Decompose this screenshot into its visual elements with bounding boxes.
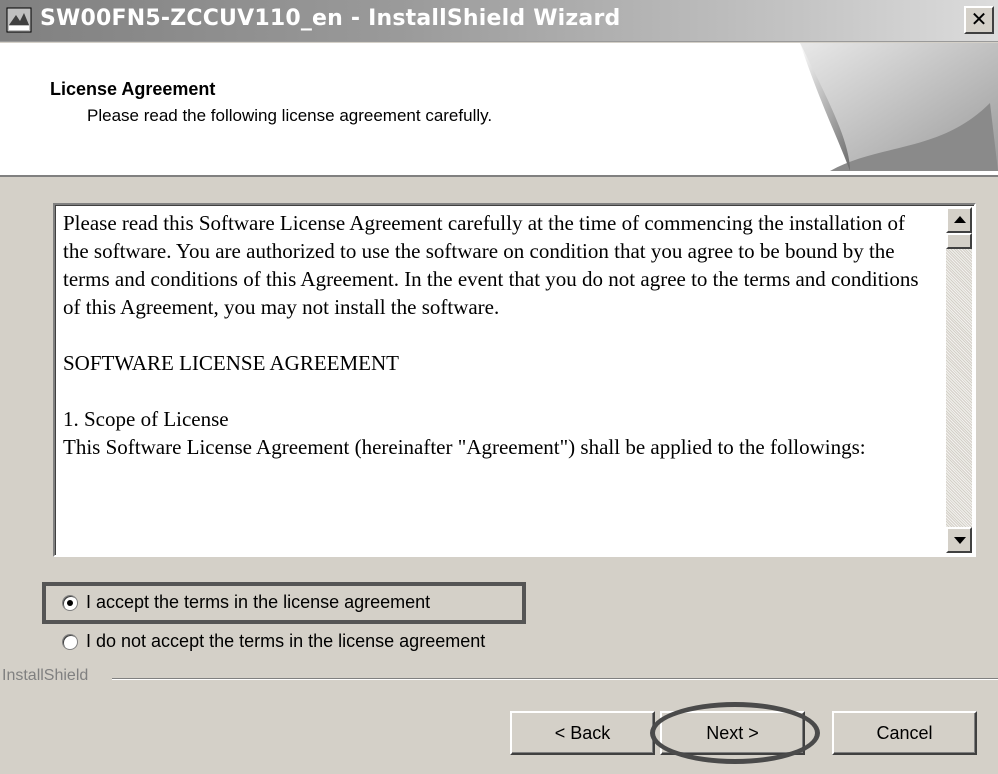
- accept-label[interactable]: I accept the terms in the license agreem…: [86, 592, 430, 613]
- arrow-up-icon: [954, 216, 966, 223]
- license-section-text: This Software License Agreement (hereina…: [63, 435, 866, 459]
- scroll-thumb[interactable]: [946, 233, 972, 249]
- decline-radio[interactable]: [62, 633, 78, 650]
- page-curl-graphic: [800, 43, 998, 171]
- scroll-up-button[interactable]: [946, 207, 972, 233]
- window-title: SW00FN5-ZCCUV110_en - InstallShield Wiza…: [40, 6, 621, 31]
- accept-option[interactable]: I accept the terms in the license agreem…: [62, 592, 430, 613]
- decline-option[interactable]: I do not accept the terms in the license…: [62, 631, 485, 652]
- back-button-label: < Back: [554, 722, 611, 743]
- license-text: Please read this Software License Agreem…: [63, 209, 933, 553]
- page-subtitle: Please read the following license agreem…: [87, 106, 493, 125]
- decline-label[interactable]: I do not accept the terms in the license…: [86, 631, 485, 652]
- close-icon: ✕: [970, 7, 988, 31]
- license-scrollbar[interactable]: [946, 207, 972, 553]
- close-button[interactable]: ✕: [964, 6, 994, 34]
- installshield-label: InstallShield: [2, 667, 89, 684]
- scroll-down-button[interactable]: [946, 527, 972, 553]
- wizard-header: License Agreement Please read the follow…: [0, 43, 998, 177]
- license-heading: SOFTWARE LICENSE AGREEMENT: [63, 351, 399, 375]
- title-bar: SW00FN5-ZCCUV110_en - InstallShield Wiza…: [0, 0, 998, 42]
- license-paragraph: Please read this Software License Agreem…: [63, 211, 919, 319]
- page-title: License Agreement: [50, 79, 216, 99]
- next-button-highlight: [650, 702, 820, 764]
- installer-icon: [6, 7, 32, 33]
- license-text-box[interactable]: Please read this Software License Agreem…: [53, 203, 976, 557]
- license-section-title: 1. Scope of License: [63, 407, 229, 431]
- accept-radio[interactable]: [62, 594, 78, 611]
- cancel-button[interactable]: Cancel: [832, 711, 977, 755]
- back-button[interactable]: < Back: [510, 711, 655, 755]
- cancel-button-label: Cancel: [876, 722, 933, 743]
- footer-divider: [112, 678, 998, 680]
- arrow-down-icon: [954, 537, 966, 544]
